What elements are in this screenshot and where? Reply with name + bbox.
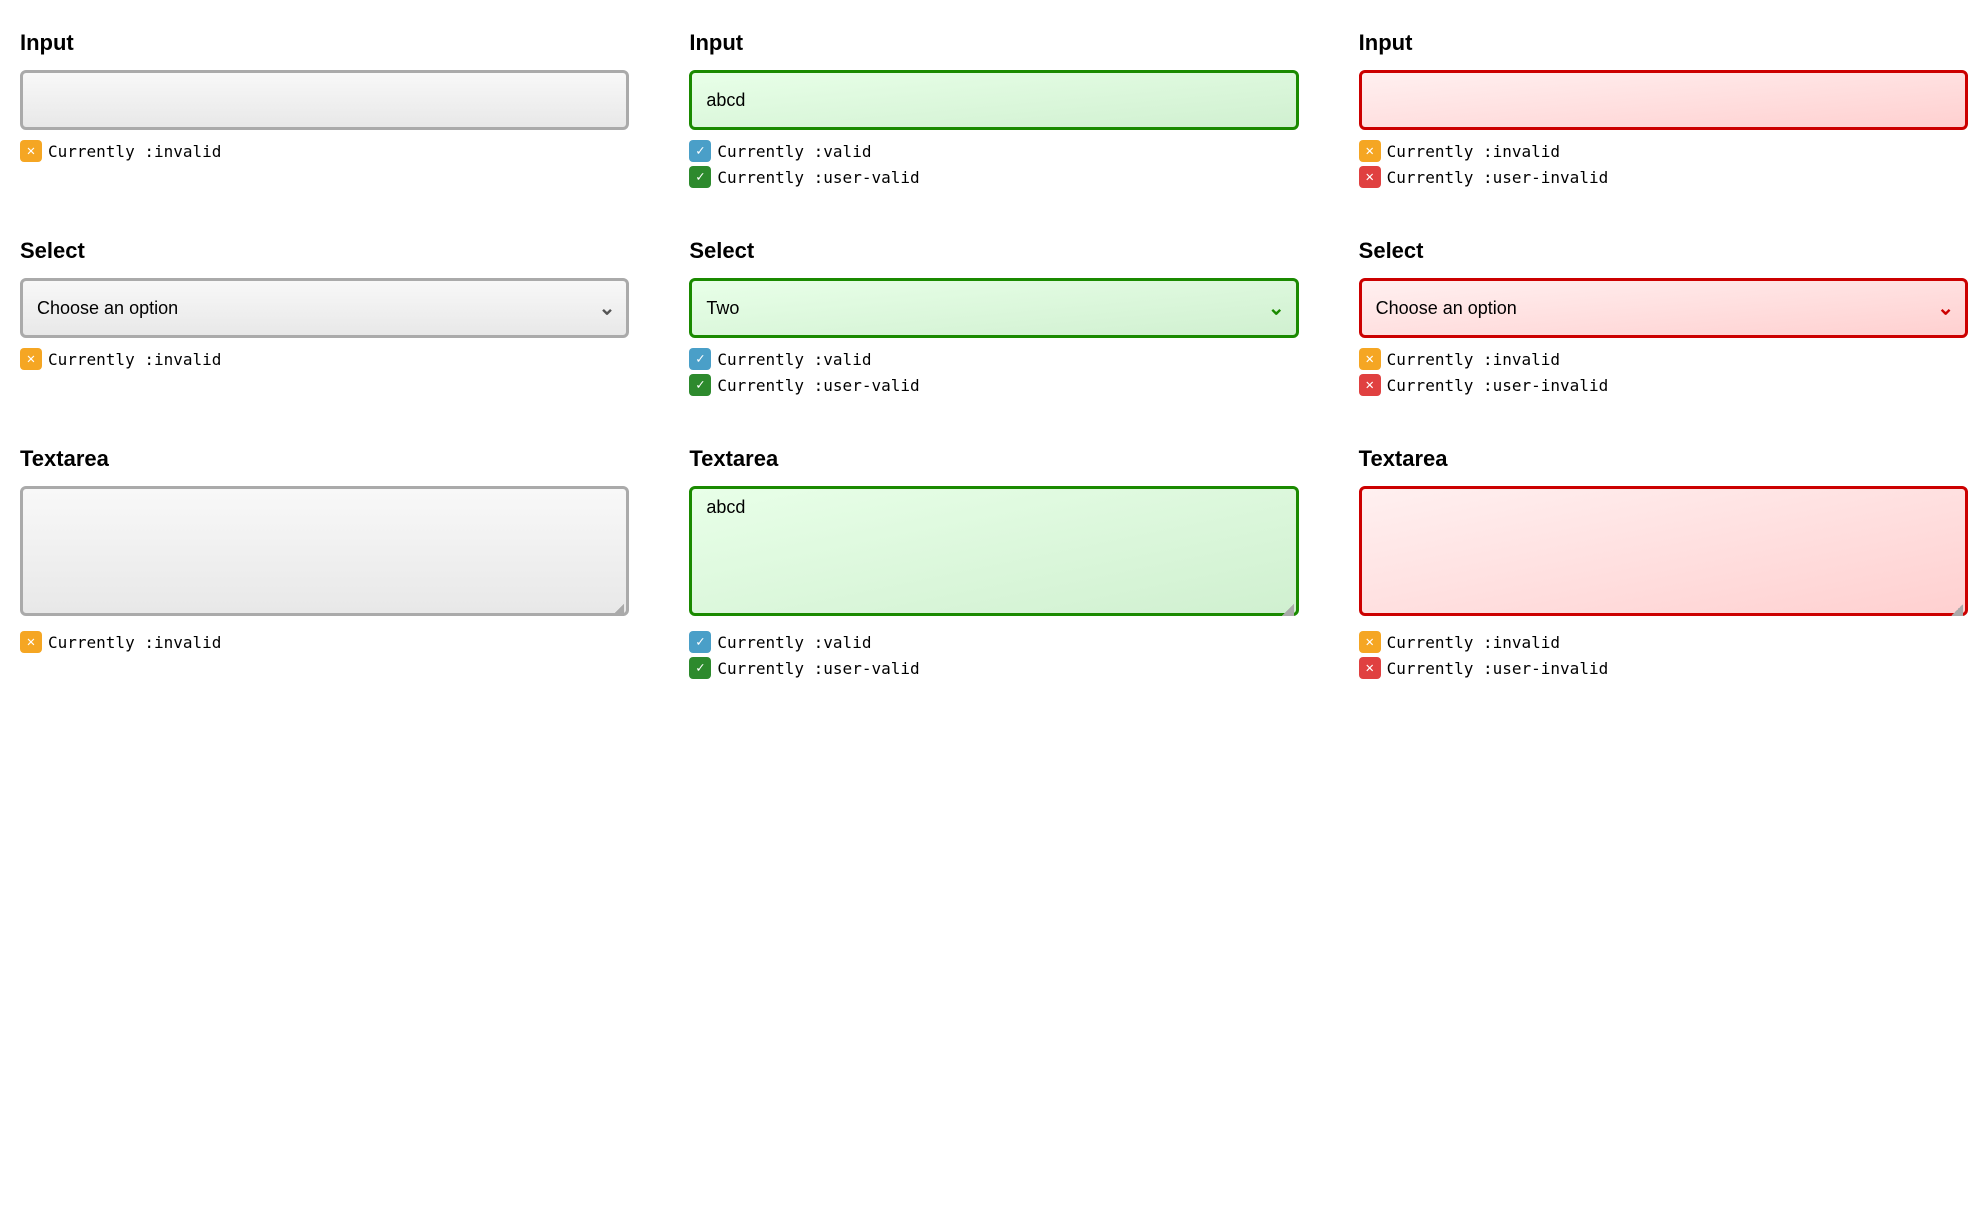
status-text-0: Currently :invalid	[1387, 350, 1560, 369]
input-section-label-col2: Input	[1359, 30, 1968, 56]
cell-col-invalid-select: Select Choose an option⌄ ✕ Currently :inval…	[1359, 238, 1968, 396]
status-badge-orange: ✕	[1359, 631, 1381, 653]
status-list-col1-select: ✓ Currently :valid ✓ Currently :user-valid	[689, 348, 1298, 396]
select-section-label-col1: Select	[689, 238, 1298, 264]
status-badge-orange: ✕	[1359, 140, 1381, 162]
select-wrapper-col1: Two⌄	[689, 278, 1298, 338]
status-item-1: ✕ Currently :user-invalid	[1359, 166, 1968, 188]
status-list-col2-select: ✕ Currently :invalid ✕ Currently :user-inva…	[1359, 348, 1968, 396]
status-text-0: Currently :invalid	[48, 633, 221, 652]
select-wrapper-col0: Choose an option⌄	[20, 278, 629, 338]
textarea-section-label-col0: Textarea	[20, 446, 629, 472]
status-text-0: Currently :valid	[717, 633, 871, 652]
main-grid: Input ✕ Currently :invalid Input ✓ Currently …	[20, 30, 1968, 679]
status-text-1: Currently :user-invalid	[1387, 168, 1609, 187]
input-field-col2[interactable]	[1359, 70, 1968, 130]
input-section-label-col0: Input	[20, 30, 629, 56]
status-item-0: ✓ Currently :valid	[689, 140, 1298, 162]
select-wrapper-col2: Choose an option⌄	[1359, 278, 1968, 338]
status-badge-green: ✓	[689, 657, 711, 679]
input-field-col0[interactable]	[20, 70, 629, 130]
status-badge-orange: ✕	[1359, 348, 1381, 370]
cell-col-valid-textarea: Textarea abcd ✓ Currently :valid ✓ Currently …	[689, 446, 1298, 679]
status-item-1: ✓ Currently :user-valid	[689, 166, 1298, 188]
status-item-0: ✕ Currently :invalid	[20, 140, 629, 162]
status-text-0: Currently :invalid	[1387, 633, 1560, 652]
textarea-field-col1[interactable]: abcd	[689, 486, 1298, 616]
status-badge-orange: ✕	[20, 631, 42, 653]
select-section-label-col2: Select	[1359, 238, 1968, 264]
cell-col-invalid-textarea: Textarea ✕ Currently :invalid ✕ Currently :u…	[1359, 446, 1968, 679]
status-list-col2-input: ✕ Currently :invalid ✕ Currently :user-inva…	[1359, 140, 1968, 188]
status-text-0: Currently :invalid	[48, 350, 221, 369]
cell-col-valid-select: Select Two⌄ ✓ Currently :valid ✓ Currently :u…	[689, 238, 1298, 396]
status-item-0: ✕ Currently :invalid	[20, 631, 629, 653]
cell-col-default-input: Input ✕ Currently :invalid	[20, 30, 629, 188]
textarea-wrapper-col2	[1359, 486, 1968, 621]
status-list-col2-textarea: ✕ Currently :invalid ✕ Currently :user-inva…	[1359, 631, 1968, 679]
cell-col-default-textarea: Textarea ✕ Currently :invalid	[20, 446, 629, 679]
status-text-0: Currently :valid	[717, 142, 871, 161]
status-item-0: ✕ Currently :invalid	[20, 348, 629, 370]
status-text-0: Currently :valid	[717, 350, 871, 369]
select-section-label-col0: Select	[20, 238, 629, 264]
status-item-1: ✓ Currently :user-valid	[689, 374, 1298, 396]
cell-col-default-select: Select Choose an option⌄ ✕ Currently :inval…	[20, 238, 629, 396]
status-list-col1-input: ✓ Currently :valid ✓ Currently :user-valid	[689, 140, 1298, 188]
status-item-1: ✓ Currently :user-valid	[689, 657, 1298, 679]
select-field-col2[interactable]: Choose an option	[1359, 278, 1968, 338]
status-text-1: Currently :user-invalid	[1387, 659, 1609, 678]
status-item-0: ✕ Currently :invalid	[1359, 631, 1968, 653]
status-badge-red: ✕	[1359, 657, 1381, 679]
select-field-col0[interactable]: Choose an option	[20, 278, 629, 338]
input-field-col1[interactable]	[689, 70, 1298, 130]
status-item-0: ✓ Currently :valid	[689, 348, 1298, 370]
status-badge-orange: ✕	[20, 348, 42, 370]
status-list-col1-textarea: ✓ Currently :valid ✓ Currently :user-valid	[689, 631, 1298, 679]
status-text-1: Currently :user-valid	[717, 659, 919, 678]
status-badge-red: ✕	[1359, 166, 1381, 188]
textarea-wrapper-col1: abcd	[689, 486, 1298, 621]
status-badge-blue: ✓	[689, 348, 711, 370]
textarea-field-col0[interactable]	[20, 486, 629, 616]
status-badge-blue: ✓	[689, 631, 711, 653]
cell-col-invalid-input: Input ✕ Currently :invalid ✕ Currently :user…	[1359, 30, 1968, 188]
status-text-0: Currently :invalid	[1387, 142, 1560, 161]
textarea-field-col2[interactable]	[1359, 486, 1968, 616]
status-list-col0-textarea: ✕ Currently :invalid	[20, 631, 629, 653]
status-badge-orange: ✕	[20, 140, 42, 162]
status-badge-red: ✕	[1359, 374, 1381, 396]
status-item-1: ✕ Currently :user-invalid	[1359, 657, 1968, 679]
status-text-1: Currently :user-valid	[717, 376, 919, 395]
status-badge-green: ✓	[689, 166, 711, 188]
status-list-col0-input: ✕ Currently :invalid	[20, 140, 629, 162]
textarea-section-label-col1: Textarea	[689, 446, 1298, 472]
status-text-1: Currently :user-valid	[717, 168, 919, 187]
status-item-1: ✕ Currently :user-invalid	[1359, 374, 1968, 396]
status-item-0: ✓ Currently :valid	[689, 631, 1298, 653]
textarea-wrapper-col0	[20, 486, 629, 621]
status-text-1: Currently :user-invalid	[1387, 376, 1609, 395]
input-section-label-col1: Input	[689, 30, 1298, 56]
status-list-col0-select: ✕ Currently :invalid	[20, 348, 629, 370]
status-badge-blue: ✓	[689, 140, 711, 162]
cell-col-valid-input: Input ✓ Currently :valid ✓ Currently :user-v…	[689, 30, 1298, 188]
status-item-0: ✕ Currently :invalid	[1359, 140, 1968, 162]
select-field-col1[interactable]: Two	[689, 278, 1298, 338]
textarea-section-label-col2: Textarea	[1359, 446, 1968, 472]
status-item-0: ✕ Currently :invalid	[1359, 348, 1968, 370]
status-text-0: Currently :invalid	[48, 142, 221, 161]
status-badge-green: ✓	[689, 374, 711, 396]
